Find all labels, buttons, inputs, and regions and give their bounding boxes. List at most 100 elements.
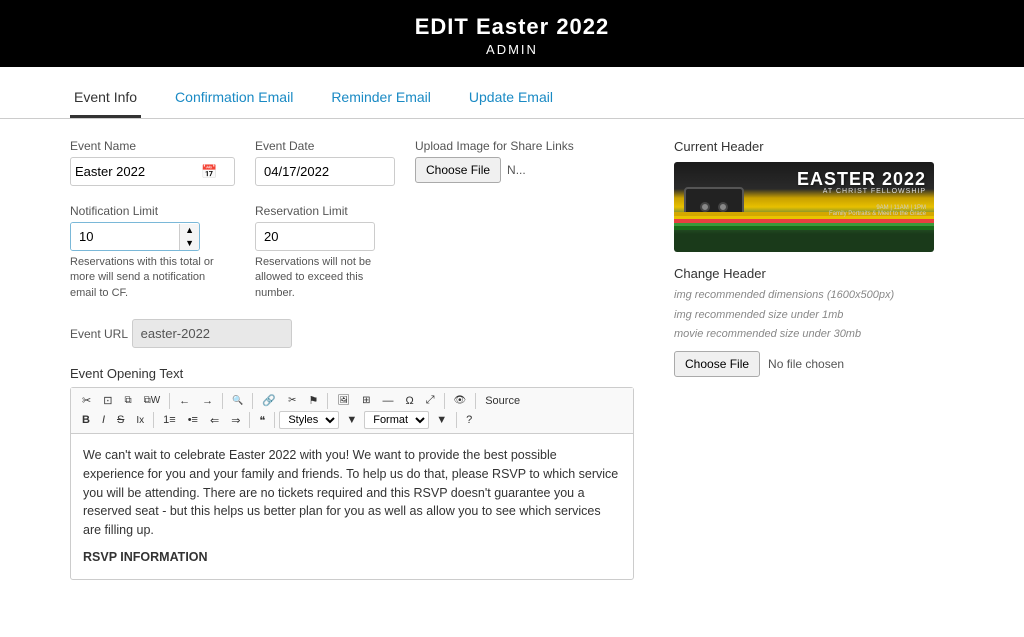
tab-event-info[interactable]: Event Info: [70, 77, 141, 118]
current-header-label: Current Header: [674, 139, 954, 154]
spinner-arrows: ▲ ▼: [179, 224, 199, 250]
reservation-limit-input[interactable]: [255, 222, 375, 251]
toolbar-paste[interactable]: ⧉: [119, 393, 136, 408]
toolbar-source[interactable]: Source: [480, 393, 525, 409]
header-image-preview: EASTER 2022 AT CHRIST FELLOWSHIP 9AM | 1…: [674, 162, 934, 252]
sep3: [252, 393, 253, 409]
editor-toolbar: ✂ ⊡ ⧉ ⧉W ← → 🔍 🔗 ✂ ⚑ 🖼: [71, 388, 633, 434]
toolbar-maximize[interactable]: ⤢: [421, 392, 440, 409]
toolbar-subscript[interactable]: Ix: [131, 413, 149, 428]
event-url-input[interactable]: [132, 319, 292, 348]
at-cf-text: AT CHRIST FELLOWSHIP: [797, 188, 926, 195]
easter-text-area: EASTER 2022 AT CHRIST FELLOWSHIP 9AM | 1…: [797, 170, 926, 217]
upload-group: Upload Image for Share Links Choose File…: [415, 139, 634, 183]
tabs-bar: Event Info Confirmation Email Reminder E…: [0, 77, 1024, 119]
service-times: 9AM | 11AM | 1PMFamily Portraits & Meet …: [797, 205, 926, 217]
hint-dimensions: img recommended dimensions (1600x500px): [674, 287, 954, 304]
stripe-dark-green: [674, 226, 934, 230]
form-row-1: Event Name 📅 Event Date Upload Image for…: [70, 139, 634, 186]
event-name-group: Event Name 📅: [70, 139, 235, 186]
toolbar-styles-arrow[interactable]: ▼: [341, 412, 362, 428]
toolbar-undo[interactable]: ←: [174, 393, 195, 409]
toolbar-cut[interactable]: ✂: [77, 392, 96, 409]
file-input-wrapper: Choose File N...: [415, 157, 634, 183]
editor-section: Event Opening Text ✂ ⊡ ⧉ ⧉W ← → 🔍 🔗: [70, 366, 634, 580]
toolbar-indent[interactable]: ⇒: [226, 412, 245, 429]
sep2: [222, 393, 223, 409]
hint-movie: movie recommended size under 30mb: [674, 326, 954, 343]
page-header: EDIT Easter 2022 ADMIN: [0, 0, 1024, 67]
choose-file-button[interactable]: Choose File: [415, 157, 501, 183]
reservation-limit-label: Reservation Limit: [255, 204, 395, 218]
toolbar-blockquote[interactable]: ❝: [254, 412, 270, 429]
sep5: [444, 393, 445, 409]
file-name: N...: [507, 163, 526, 177]
main-content: Event Name 📅 Event Date Upload Image for…: [0, 119, 1024, 610]
sep4: [327, 393, 328, 409]
toolbar-image[interactable]: 🖼: [332, 393, 355, 408]
toolbar-link[interactable]: 🔗: [257, 392, 281, 409]
notification-limit-group: Notification Limit ▲ ▼ Reservations with…: [70, 204, 235, 301]
toolbar-help[interactable]: ?: [461, 412, 477, 428]
toolbar-anchor[interactable]: ⚑: [303, 392, 323, 409]
toolbar-copy[interactable]: ⊡: [98, 392, 117, 409]
notification-limit-label: Notification Limit: [70, 204, 235, 218]
toolbar-row-2: B I S Ix 1≡ •≡ ⇐ ⇒ ❝ Styles: [77, 411, 627, 429]
toolbar-redo[interactable]: →: [197, 393, 218, 409]
tab-update-email[interactable]: Update Email: [465, 77, 557, 118]
toolbar-hr[interactable]: —: [377, 393, 398, 409]
styles-select[interactable]: Styles: [279, 411, 339, 429]
toolbar-ol[interactable]: 1≡: [158, 412, 181, 428]
toolbar-omega[interactable]: Ω: [400, 393, 418, 409]
sep1: [169, 393, 170, 409]
format-select[interactable]: Format: [364, 411, 429, 429]
editor-label: Event Opening Text: [70, 366, 634, 381]
tab-confirmation-email[interactable]: Confirmation Email: [171, 77, 297, 118]
spinner-down[interactable]: ▼: [180, 237, 199, 250]
toolbar-bold[interactable]: B: [77, 412, 95, 428]
right-column: Current Header: [674, 139, 954, 590]
toolbar-format-arrow[interactable]: ▼: [431, 412, 452, 428]
cassette-reel-right: [718, 202, 728, 212]
toolbar-strikethrough[interactable]: S: [112, 412, 129, 428]
event-name-label: Event Name: [70, 139, 235, 153]
hint-size: img recommended size under 1mb: [674, 307, 954, 324]
toolbar-row-1: ✂ ⊡ ⧉ ⧉W ← → 🔍 🔗 ✂ ⚑ 🖼: [77, 392, 627, 409]
change-header-choose-file-button[interactable]: Choose File: [674, 351, 760, 377]
sep9: [274, 412, 275, 428]
toolbar-table[interactable]: ⊞: [357, 393, 375, 408]
calendar-icon: 📅: [201, 164, 217, 180]
event-url-label: Event URL: [70, 327, 128, 341]
toolbar-outdent[interactable]: ⇐: [205, 412, 224, 429]
sep8: [249, 412, 250, 428]
toolbar-find[interactable]: 🔍: [227, 393, 248, 408]
spinner-up[interactable]: ▲: [180, 224, 199, 237]
toolbar-italic[interactable]: I: [97, 412, 110, 428]
editor-body-text: We can't wait to celebrate Easter 2022 w…: [83, 448, 618, 537]
sep6: [475, 393, 476, 409]
notification-limit-input[interactable]: [71, 223, 179, 250]
admin-label: ADMIN: [0, 42, 1024, 57]
change-header-file-row: Choose File No file chosen: [674, 351, 954, 377]
editor-container: ✂ ⊡ ⧉ ⧉W ← → 🔍 🔗 ✂ ⚑ 🖼: [70, 387, 634, 580]
page-title: EDIT Easter 2022: [0, 14, 1024, 40]
sep7: [153, 412, 154, 428]
notification-hint: Reservations with this total or more wil…: [70, 255, 230, 301]
toolbar-unlink[interactable]: ✂: [283, 393, 301, 408]
reservation-limit-group: Reservation Limit Reservations will not …: [255, 204, 395, 301]
event-date-label: Event Date: [255, 139, 395, 153]
toolbar-preview[interactable]: 👁: [449, 393, 472, 408]
sep10: [456, 412, 457, 428]
editor-body[interactable]: We can't wait to celebrate Easter 2022 w…: [71, 434, 633, 579]
cassette-reel-left: [700, 202, 710, 212]
tab-reminder-email[interactable]: Reminder Email: [327, 77, 435, 118]
event-date-group: Event Date: [255, 139, 395, 186]
toolbar-paste-word[interactable]: ⧉W: [139, 393, 166, 408]
toolbar-ul[interactable]: •≡: [183, 412, 203, 428]
upload-label: Upload Image for Share Links: [415, 139, 634, 153]
spinner-wrapper: ▲ ▼: [70, 222, 200, 251]
reservation-hint: Reservations will not be allowed to exce…: [255, 255, 395, 301]
event-name-input[interactable]: [71, 158, 201, 185]
event-date-input[interactable]: [255, 157, 395, 186]
rsvp-heading: RSVP INFORMATION: [83, 548, 621, 567]
